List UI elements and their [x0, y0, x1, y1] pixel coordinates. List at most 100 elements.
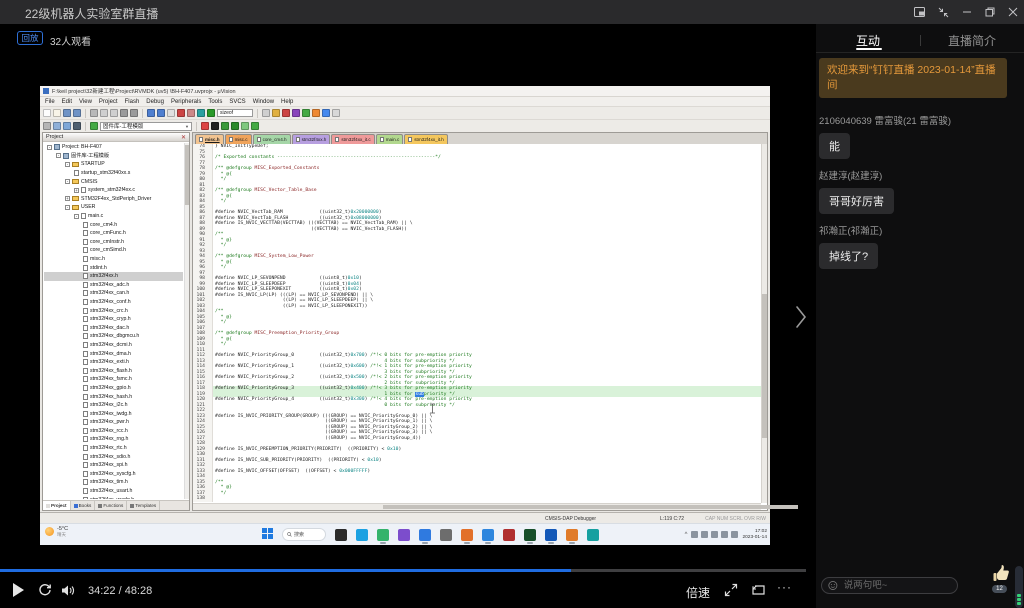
tree-item[interactable]: stm32f4xx_iwdg.h: [44, 409, 183, 418]
toolbar-icon[interactable]: [63, 122, 71, 130]
tree-item[interactable]: core_cmFunc.h: [44, 229, 183, 238]
tab-live-intro[interactable]: 直播简介: [948, 32, 996, 49]
tree-item[interactable]: stdint.h: [44, 263, 183, 272]
video-frame[interactable]: F:\keil project\32新建工程\Project\RVMDK (uv…: [40, 86, 798, 545]
taskbar-app-app-green-dark[interactable]: [524, 528, 536, 544]
menu-tools[interactable]: Tools: [208, 99, 222, 105]
toolbar-icon[interactable]: [53, 122, 61, 130]
toolbar-icon[interactable]: [251, 122, 259, 130]
tree-item[interactable]: - STARTUP: [44, 160, 183, 169]
tree-item[interactable]: core_cm4.h: [44, 220, 183, 229]
taskbar-app-media-player[interactable]: [398, 528, 410, 541]
panel-tab-project[interactable]: Project: [43, 501, 71, 510]
editor-tab-main.c[interactable]: main.c: [375, 134, 404, 144]
tree-expander[interactable]: -: [65, 179, 70, 185]
toolbar-icon[interactable]: [147, 109, 155, 117]
menu-svcs[interactable]: SVCS: [229, 99, 245, 105]
tray-chevron-up-icon[interactable]: ^: [685, 532, 688, 538]
tree-item[interactable]: stm32f4xx_rcc.h: [44, 427, 183, 436]
taskbar-app-browser[interactable]: [419, 528, 431, 544]
menu-project[interactable]: Project: [99, 99, 118, 105]
shrink-icon[interactable]: [938, 7, 949, 18]
editor-tab-misc.h[interactable]: misc.h: [195, 134, 224, 144]
taskbar-app-vscode[interactable]: [545, 528, 557, 544]
toolbar-icon[interactable]: [130, 109, 138, 117]
tree-item[interactable]: stm32f4xx_dbgmcu.h: [44, 332, 183, 341]
tree-item[interactable]: stm32f4xx_crc.h: [44, 306, 183, 315]
taskbar-app-edge-browser[interactable]: [356, 528, 368, 541]
toolbar-icon[interactable]: [43, 122, 51, 130]
toolbar-icon[interactable]: [100, 109, 108, 117]
web-fullscreen-button[interactable]: [751, 583, 766, 602]
toolbar-icon[interactable]: [157, 109, 165, 117]
tray-mic-icon[interactable]: [691, 531, 699, 538]
panel-tab-functions[interactable]: Functions: [95, 501, 128, 510]
more-button[interactable]: ···: [777, 580, 792, 594]
toolbar-icon[interactable]: [90, 109, 98, 117]
tree-item[interactable]: stm32f4xx_pwr.h: [44, 418, 183, 427]
tree-scrollbar[interactable]: [184, 143, 189, 499]
tree-item[interactable]: stm32f4xx_conf.h: [44, 298, 183, 307]
toolbar-icon[interactable]: [187, 109, 195, 117]
editor-hscrollbar[interactable]: [193, 503, 798, 510]
editor-vscrollbar[interactable]: [761, 144, 767, 503]
taskbar-search[interactable]: 搜索: [282, 528, 326, 541]
tree-item[interactable]: stm32f4xx_i2c.h: [44, 401, 183, 410]
menu-debug[interactable]: Debug: [146, 99, 164, 105]
menu-help[interactable]: Help: [281, 99, 293, 105]
tab-interact[interactable]: 互动: [856, 32, 880, 49]
pip-icon[interactable]: [914, 7, 925, 17]
menu-file[interactable]: File: [45, 99, 55, 105]
toolbar-icon[interactable]: [201, 122, 209, 130]
tree-item[interactable]: stm32f4xx_adc.h: [44, 281, 183, 290]
weather-widget[interactable]: -5°C 晴天: [45, 526, 68, 537]
tree-expander[interactable]: -: [47, 144, 52, 150]
tree-expander[interactable]: +: [65, 196, 70, 202]
taskbar-app-app-orange-2[interactable]: [566, 528, 578, 544]
maximize-icon[interactable]: [985, 7, 995, 17]
tree-item[interactable]: stm32f4xx_gpio.h: [44, 384, 183, 393]
toolbar-icon[interactable]: [197, 109, 205, 117]
toolbar-icon[interactable]: [73, 109, 81, 117]
tree-item[interactable]: core_cmSimd.h: [44, 246, 183, 255]
toolbar-icon[interactable]: [177, 109, 185, 117]
toolbar-icon[interactable]: [262, 109, 270, 117]
taskbar-app-app-teal[interactable]: [587, 528, 599, 541]
menu-edit[interactable]: Edit: [62, 99, 72, 105]
play-button[interactable]: [13, 583, 24, 597]
tree-item[interactable]: stm32f4xx_wwdg.h: [44, 495, 183, 499]
fullscreen-button[interactable]: [724, 583, 738, 602]
toolbar-icon[interactable]: [332, 109, 340, 117]
toolbar-icon[interactable]: [282, 109, 290, 117]
taskbar-app-wechat[interactable]: [377, 528, 389, 544]
tree-item[interactable]: stm32f4xx.h: [44, 271, 183, 281]
tray-wifi-icon[interactable]: [711, 531, 719, 538]
toolbar-icon[interactable]: [120, 109, 128, 117]
tree-item[interactable]: stm32f4xx_flash.h: [44, 366, 183, 375]
tray-volume-icon[interactable]: [721, 531, 729, 538]
taskbar-app-keil-uvision[interactable]: [503, 528, 515, 541]
toolbar-icon[interactable]: [90, 122, 98, 130]
editor-tab-misc.c[interactable]: misc.c: [224, 134, 252, 144]
tree-item[interactable]: stm32f4xx_exti.h: [44, 358, 183, 367]
toolbar-icon[interactable]: [302, 109, 310, 117]
tree-item[interactable]: stm32f4xx_fsmc.h: [44, 375, 183, 384]
volume-button[interactable]: [61, 584, 76, 602]
tree-item[interactable]: - Project: BH-F407: [44, 143, 183, 152]
tree-expander[interactable]: +: [74, 187, 79, 193]
toolbar-icon[interactable]: [167, 109, 175, 117]
toolbar-icon[interactable]: [53, 109, 61, 117]
chat-text-input[interactable]: [841, 579, 951, 592]
tree-expander[interactable]: -: [65, 204, 70, 210]
find-input[interactable]: [217, 109, 253, 117]
menu-flash[interactable]: Flash: [125, 99, 140, 105]
windows-start-button[interactable]: [262, 526, 273, 544]
toolbar-icon[interactable]: [211, 122, 219, 130]
tray-battery-icon[interactable]: [731, 531, 739, 538]
menu-window[interactable]: Window: [253, 99, 274, 105]
tree-item[interactable]: core_cmInstr.h: [44, 238, 183, 247]
tree-item[interactable]: stm32f4xx_syscfg.h: [44, 470, 183, 479]
toolbar-icon[interactable]: [272, 109, 280, 117]
toolbar-icon[interactable]: [231, 122, 239, 130]
tree-item[interactable]: stm32f4xx_dma.h: [44, 349, 183, 358]
